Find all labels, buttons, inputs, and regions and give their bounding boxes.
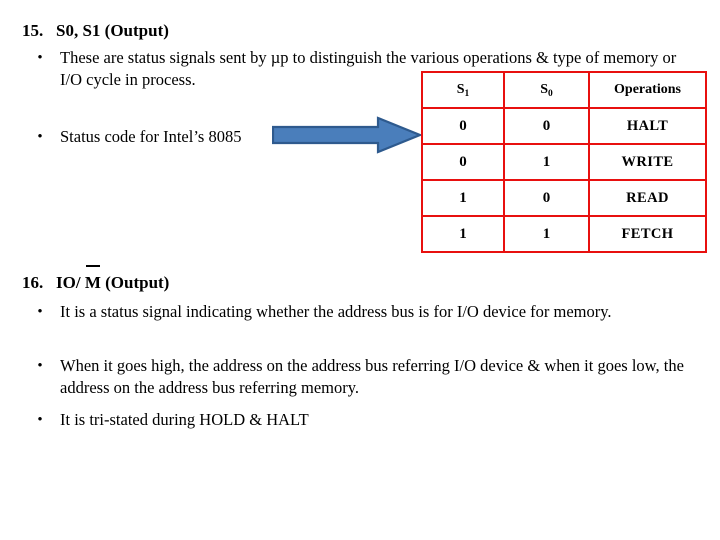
bullet-16-1-text: It is a status signal indicating whether… bbox=[60, 302, 612, 321]
overbar-line bbox=[85, 265, 100, 267]
bullet-dot-icon: • bbox=[37, 129, 43, 145]
header-s0-subscript: 0 bbox=[548, 89, 553, 99]
bullet-dot-icon: • bbox=[37, 412, 43, 428]
table-row: 1 0 READ bbox=[421, 179, 707, 217]
table-row: 0 1 WRITE bbox=[421, 143, 707, 181]
cell-operation: READ bbox=[588, 179, 707, 217]
heading-16-overbar-text: M bbox=[84, 273, 101, 292]
pointer-arrow-svg bbox=[271, 116, 423, 154]
bullet-15-2-text: Status code for Intel’s 8085 bbox=[60, 127, 242, 146]
cell-s1: 0 bbox=[421, 143, 505, 181]
heading-15-title: S0, S1 (Output) bbox=[56, 21, 169, 40]
table-row: 0 0 HALT bbox=[421, 107, 707, 145]
table-header-row: S1 S0 Operations bbox=[421, 71, 707, 109]
bullet-dot-icon: • bbox=[37, 358, 43, 374]
bullet-16-3-text: It is tri-stated during HOLD & HALT bbox=[60, 410, 309, 429]
cell-s0: 0 bbox=[503, 107, 590, 145]
cell-s1: 1 bbox=[421, 179, 505, 217]
pointer-arrow-icon bbox=[271, 116, 423, 154]
heading-15-number: 15. bbox=[22, 21, 44, 40]
arrow-shape bbox=[271, 116, 423, 154]
bullet-16-2: • When it goes high, the address on the … bbox=[32, 355, 702, 399]
heading-item-15: 15. S0, S1 (Output) bbox=[22, 20, 169, 41]
bullet-16-1: • It is a status signal indicating wheth… bbox=[32, 301, 672, 323]
cell-operation: HALT bbox=[588, 107, 707, 145]
table-row: 1 1 FETCH bbox=[421, 215, 707, 253]
cell-s1: 0 bbox=[421, 107, 505, 145]
heading-16-overbar-group: M bbox=[84, 265, 101, 293]
cell-s0: 1 bbox=[503, 143, 590, 181]
bullet-15-2: • Status code for Intel’s 8085 bbox=[32, 126, 292, 148]
table-header-operations: Operations bbox=[588, 71, 707, 109]
bullet-16-2-text: When it goes high, the address on the ad… bbox=[60, 356, 684, 397]
slide-canvas: 15. S0, S1 (Output) • These are status si… bbox=[0, 0, 720, 540]
header-s0-base: S bbox=[540, 82, 549, 97]
cell-s0: 0 bbox=[503, 179, 590, 217]
bullet-dot-icon: • bbox=[37, 304, 43, 320]
heading-16-suffix: (Output) bbox=[100, 273, 170, 292]
heading-item-16: 16. IO/ M (Output) bbox=[22, 265, 170, 293]
cell-operation: WRITE bbox=[588, 143, 707, 181]
status-code-table: S1 S0 Operations 0 0 HALT 0 1 WRITE 1 0 bbox=[421, 71, 707, 253]
bullet-dot-icon: • bbox=[37, 50, 43, 66]
cell-s1: 1 bbox=[421, 215, 505, 253]
heading-16-number: 16. bbox=[22, 273, 44, 292]
header-s1-subscript: 1 bbox=[464, 89, 470, 99]
cell-operation: FETCH bbox=[588, 215, 707, 253]
table-header-s1: S1 bbox=[421, 71, 505, 109]
table-header-s0: S0 bbox=[503, 71, 590, 109]
header-s1-base: S bbox=[456, 82, 465, 97]
cell-s0: 1 bbox=[503, 215, 590, 253]
bullet-16-3: • It is tri-stated during HOLD & HALT bbox=[32, 409, 672, 431]
heading-16-prefix: IO/ bbox=[56, 273, 85, 292]
